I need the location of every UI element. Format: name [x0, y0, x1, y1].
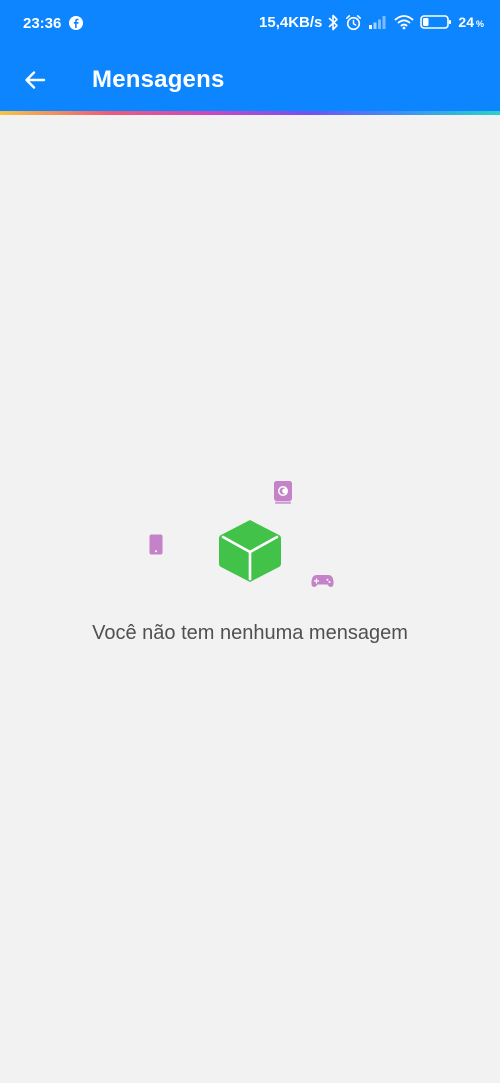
- phone-icon: [149, 534, 163, 555]
- battery-icon: [420, 14, 452, 30]
- green-box-icon: [219, 520, 281, 582]
- battery-percent: 24 %: [458, 14, 484, 30]
- battery-percent-sign: %: [475, 19, 484, 29]
- signal-icon: [368, 14, 388, 30]
- back-button[interactable]: [15, 60, 55, 100]
- toolbar: Mensagens: [0, 44, 500, 112]
- alarm-icon: [345, 14, 362, 31]
- book-icon: [274, 481, 292, 504]
- status-left: 23:36: [23, 13, 84, 33]
- network-speed: 15,4KB/s: [259, 13, 323, 31]
- status-bar: 23:36 15,4KB/s 24 %: [0, 0, 500, 44]
- bluetooth-icon: [328, 14, 339, 31]
- facebook-icon: [69, 16, 84, 30]
- status-time: 23:36: [23, 14, 62, 32]
- battery-percent-value: 24: [458, 14, 474, 30]
- arrow-left-icon: [25, 71, 46, 89]
- header-gradient-divider: [0, 111, 500, 115]
- gamepad-icon: [311, 575, 334, 587]
- messages-screen: 23:36 15,4KB/s 24 % Mensagens Você não t…: [0, 0, 500, 1083]
- status-right: 15,4KB/s 24 %: [259, 11, 484, 33]
- app-header: 23:36 15,4KB/s 24 % Mensagens: [0, 0, 500, 112]
- empty-state-message: Você não tem nenhuma mensagem: [92, 622, 408, 644]
- wifi-icon: [394, 14, 414, 30]
- page-title: Mensagens: [92, 66, 225, 93]
- empty-state: Você não tem nenhuma mensagem: [0, 470, 500, 670]
